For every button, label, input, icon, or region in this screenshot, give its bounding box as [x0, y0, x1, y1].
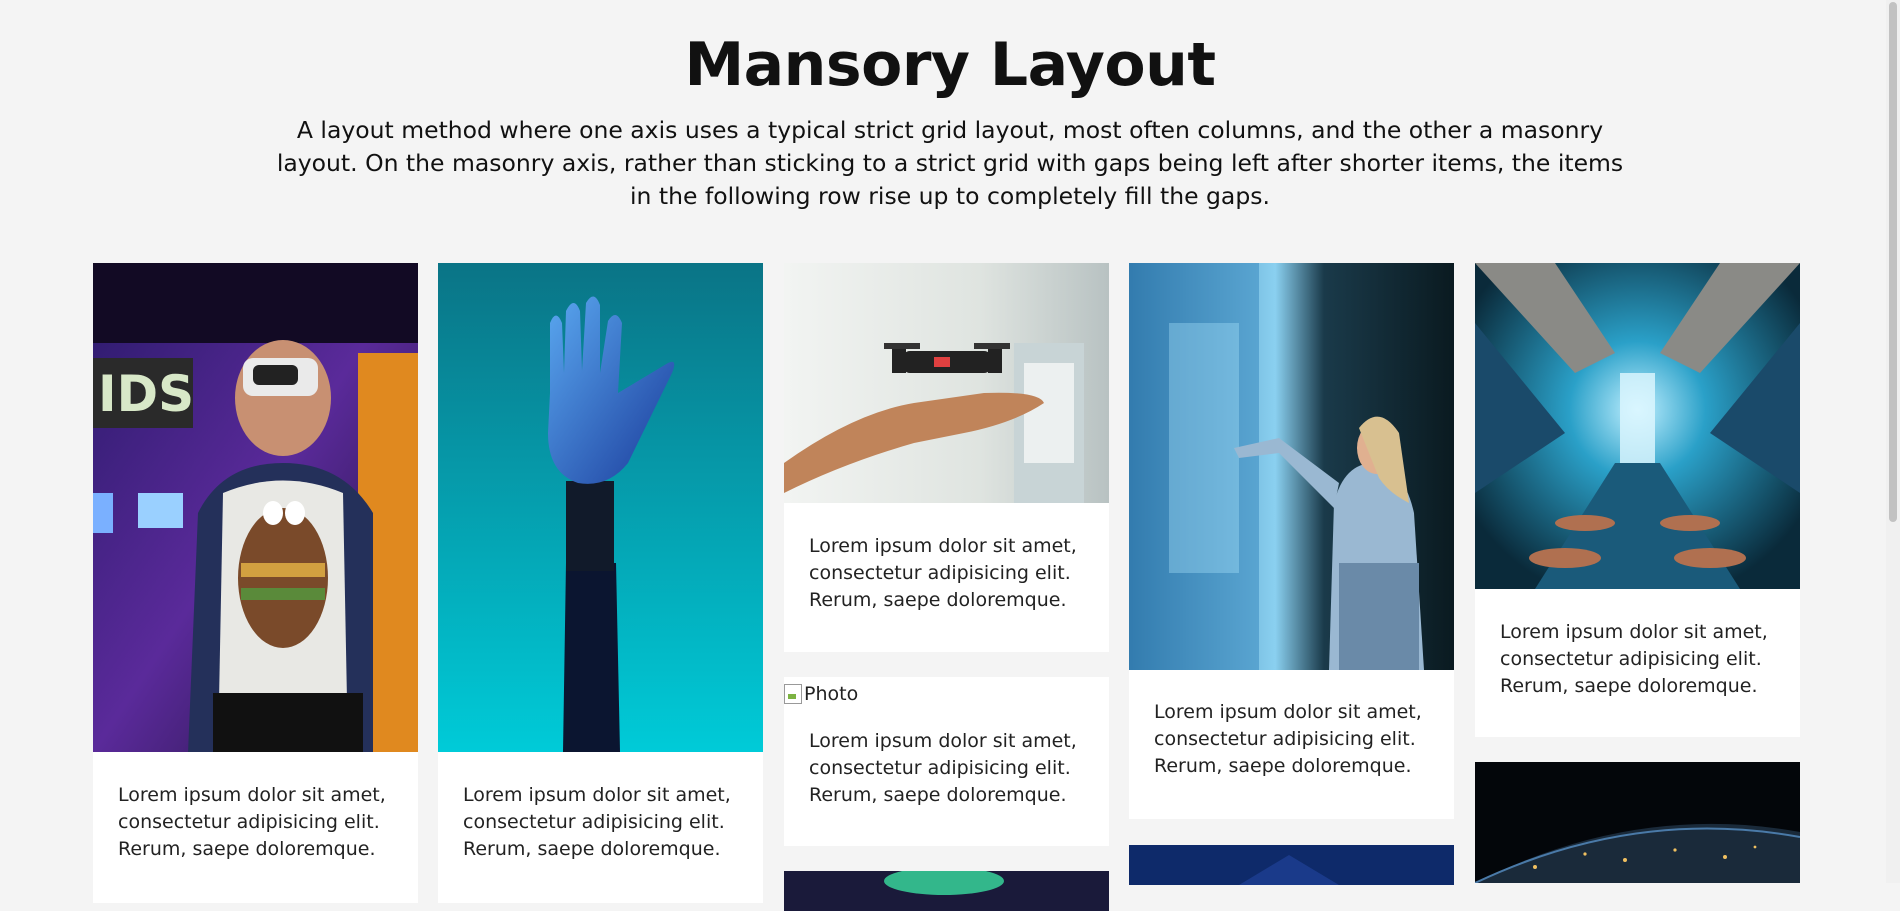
drone-on-hand-photo	[784, 263, 1109, 503]
vertical-scrollbar[interactable]	[1886, 0, 1900, 883]
card-caption: Lorem ipsum dolor sit amet,	[118, 784, 386, 806]
broken-image: Photo	[784, 677, 1109, 709]
robotic-hand-photo	[438, 263, 763, 752]
masonry-card: Photo Lorem ipsum dolor sit amet, consec…	[784, 677, 1109, 846]
page-title: Mansory Layout	[684, 30, 1216, 100]
card-caption: Lorem ipsum dolor sit amet,	[809, 535, 1077, 557]
page-subtitle: A layout method where one axis uses a ty…	[276, 116, 1624, 210]
masonry-card: Lorem ipsum dolor sit amet, consectetur …	[1475, 263, 1800, 737]
broken-image-icon	[784, 684, 802, 704]
scrollbar-thumb[interactable]	[1889, 2, 1897, 522]
card-caption: Lorem ipsum dolor sit amet,	[1154, 701, 1422, 723]
image-alt-text: Photo	[804, 683, 859, 705]
card-caption: Lorem ipsum dolor sit amet,	[1500, 621, 1768, 643]
masonry-card: Lorem ipsum dolor sit amet, consectetur …	[784, 263, 1109, 652]
mountain-photo	[1129, 845, 1454, 885]
card-caption: Lorem ipsum dolor sit amet,	[463, 784, 731, 806]
svg-text:IDS: IDS	[98, 365, 194, 423]
space-station-interior-photo	[1475, 263, 1800, 589]
masonry-card	[1475, 762, 1800, 883]
aurora-photo	[784, 871, 1109, 911]
masonry-card	[1129, 845, 1454, 885]
card-caption: Lorem ipsum dolor sit amet,	[809, 730, 1077, 752]
masonry-card	[784, 871, 1109, 911]
masonry-card: Lorem ipsum dolor sit amet, consectetur …	[438, 263, 763, 903]
vr-headset-photo: IDS	[93, 263, 418, 752]
woman-touching-screen-photo	[1129, 263, 1454, 670]
masonry-card: Lorem ipsum dolor sit amet, consectetur …	[1129, 263, 1454, 819]
earth-at-night-photo	[1475, 762, 1800, 883]
masonry-card: IDS Lorem ipsum dolor sit amet, consecte…	[93, 263, 418, 903]
